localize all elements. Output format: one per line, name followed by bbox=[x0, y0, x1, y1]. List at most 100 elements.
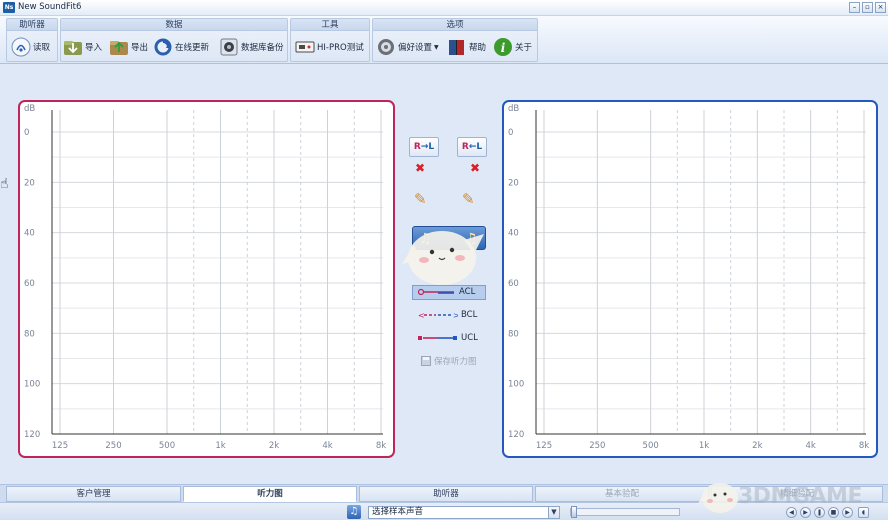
window-title: New SoundFit6 bbox=[18, 2, 82, 12]
ucl-label: UCL bbox=[461, 333, 478, 343]
volume-slider-handle[interactable] bbox=[571, 506, 577, 518]
import-icon bbox=[63, 37, 83, 57]
y-tick-label: 40 bbox=[508, 229, 519, 239]
copy-left-to-right-button[interactable]: R←L bbox=[457, 137, 487, 157]
edit-right-pencil-icon[interactable]: ✎ bbox=[462, 190, 475, 208]
close-button[interactable]: × bbox=[875, 2, 886, 13]
y-tick-label: 40 bbox=[24, 229, 35, 239]
x-tick-label: 125 bbox=[52, 441, 68, 451]
tab-client-management[interactable]: 客户管理 bbox=[6, 486, 181, 502]
save-audiogram-button[interactable]: 保存听力图 bbox=[421, 355, 477, 367]
x-tick-label: 2k bbox=[269, 441, 279, 451]
dropdown-arrow-icon: ▼ bbox=[434, 43, 439, 51]
help-icon bbox=[447, 37, 467, 57]
svg-text:<: < bbox=[418, 311, 425, 319]
unit-label: dB bbox=[24, 104, 35, 114]
ribbon-group-data: 数据 导入 导出 在线更新 数据库备份 bbox=[60, 18, 288, 62]
acl-legend[interactable]: ACL bbox=[418, 287, 475, 297]
save-audiogram-label: 保存听力图 bbox=[434, 357, 477, 367]
online-update-button[interactable]: 在线更新 bbox=[153, 35, 209, 59]
sample-sound-select[interactable]: 选择样本声音 ▼ bbox=[368, 506, 560, 519]
mouse-pointer-icon: ☝ bbox=[0, 176, 9, 192]
help-label: 帮助 bbox=[469, 43, 487, 53]
restore-button[interactable]: ▫ bbox=[862, 2, 873, 13]
about-label: 关于 bbox=[515, 43, 533, 53]
ribbon-group-hearing-aid: 助听器 读取 bbox=[6, 18, 58, 62]
x-tick-label: 250 bbox=[589, 441, 605, 451]
left-ear-letter: L bbox=[476, 142, 483, 152]
bcl-label: BCL bbox=[461, 310, 478, 320]
ribbon-group-title: 工具 bbox=[291, 19, 369, 31]
clear-left-icon[interactable]: ✖ bbox=[415, 161, 425, 175]
y-tick-label: 20 bbox=[508, 178, 519, 188]
x-tick-label: 1k bbox=[699, 441, 709, 451]
bcl-line-icon: < > bbox=[418, 311, 458, 319]
bcl-legend[interactable]: < > BCL bbox=[418, 310, 477, 320]
help-button[interactable]: 帮助 bbox=[447, 35, 486, 59]
chevron-down-icon[interactable]: ▼ bbox=[548, 507, 559, 518]
volume-slider-track[interactable] bbox=[570, 508, 680, 516]
left-ear-audiogram[interactable]: dB 0 20 40 60 80 100 120 125 250 500 1k 2k 4k 8k bbox=[18, 100, 395, 458]
right-audiogram-chart[interactable]: dB 0 20 40 60 80 100 120 125 250 500 1k 2k 4k 8k bbox=[504, 102, 876, 456]
right-ear-audiogram[interactable]: dB 0 20 40 60 80 100 120 125 250 500 1k 2k 4k 8k bbox=[502, 100, 878, 458]
y-tick-label: 120 bbox=[508, 430, 524, 440]
preferences-button[interactable]: 偏好设置 ▼ bbox=[376, 35, 439, 59]
tab-hearing-aid[interactable]: 助听器 bbox=[359, 486, 533, 502]
read-label: 读取 bbox=[33, 43, 51, 53]
ribbon-group-options: 选项 偏好设置 ▼ 帮助 i 关于 bbox=[372, 18, 538, 62]
ribbon-group-title: 选项 bbox=[373, 19, 537, 31]
read-button[interactable]: 读取 bbox=[11, 35, 50, 59]
x-tick-label: 4k bbox=[322, 441, 332, 451]
hi-pro-test-label: HI-PRO测试 bbox=[317, 43, 364, 53]
acl-label: ACL bbox=[459, 287, 476, 297]
svg-text:>: > bbox=[453, 311, 458, 319]
y-tick-label: 20 bbox=[24, 178, 35, 188]
y-tick-label: 60 bbox=[24, 279, 35, 289]
unit-label: dB bbox=[508, 104, 519, 114]
y-tick-label: 0 bbox=[24, 128, 29, 138]
y-tick-label: 60 bbox=[508, 279, 519, 289]
clear-right-icon[interactable]: ✖ bbox=[470, 161, 480, 175]
ucl-legend[interactable]: UCL bbox=[418, 333, 478, 343]
database-backup-icon bbox=[219, 37, 239, 57]
online-update-icon bbox=[153, 37, 173, 57]
about-icon: i bbox=[493, 37, 513, 57]
hi-pro-test-icon bbox=[295, 37, 315, 57]
x-tick-label: 1k bbox=[215, 441, 225, 451]
tab-audiogram[interactable]: 听力图 bbox=[183, 486, 357, 502]
ribbon-group-title: 数据 bbox=[61, 19, 287, 31]
title-bar: Ns New SoundFit6 – ▫ × bbox=[0, 0, 888, 16]
x-tick-label: 500 bbox=[643, 441, 659, 451]
x-tick-label: 250 bbox=[105, 441, 121, 451]
database-backup-button[interactable]: 数据库备份 bbox=[219, 35, 284, 59]
window-controls: – ▫ × bbox=[849, 2, 886, 13]
hi-pro-test-button[interactable]: HI-PRO测试 bbox=[295, 35, 364, 59]
x-tick-label: 500 bbox=[159, 441, 175, 451]
import-button[interactable]: 导入 bbox=[63, 35, 102, 59]
mascot-sticker-icon bbox=[402, 231, 484, 285]
read-hearing-aid-icon bbox=[11, 37, 31, 57]
minimize-button[interactable]: – bbox=[849, 2, 860, 13]
export-icon bbox=[109, 37, 129, 57]
svg-text:i: i bbox=[501, 41, 506, 55]
x-tick-label: 2k bbox=[752, 441, 762, 451]
x-tick-label: 8k bbox=[376, 441, 386, 451]
sample-sound-icon[interactable]: ♫ bbox=[347, 505, 361, 519]
import-label: 导入 bbox=[85, 43, 103, 53]
export-button[interactable]: 导出 bbox=[109, 35, 148, 59]
y-tick-label: 100 bbox=[508, 380, 524, 390]
right-ear-letter: R bbox=[413, 142, 421, 152]
ribbon-group-title: 助听器 bbox=[7, 19, 57, 31]
about-button[interactable]: i 关于 bbox=[493, 35, 532, 59]
x-tick-label: 4k bbox=[805, 441, 815, 451]
tab-basic-fitting: 基本验配 bbox=[535, 486, 709, 502]
y-tick-label: 0 bbox=[508, 128, 513, 138]
x-tick-label: 125 bbox=[536, 441, 552, 451]
ribbon-group-tools: 工具 HI-PRO测试 bbox=[290, 18, 370, 62]
copy-right-to-left-button[interactable]: R→L bbox=[409, 137, 439, 157]
edit-left-pencil-icon[interactable]: ✎ bbox=[414, 190, 427, 208]
app-logo-icon: Ns bbox=[3, 2, 15, 13]
left-audiogram-chart[interactable]: dB 0 20 40 60 80 100 120 125 250 500 1k 2k 4k 8k bbox=[20, 102, 393, 456]
preferences-icon bbox=[376, 37, 396, 57]
y-tick-label: 120 bbox=[24, 430, 40, 440]
